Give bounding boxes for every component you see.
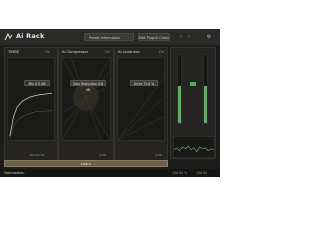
drive-control[interactable]: Drive 72.8 % xyxy=(130,80,158,86)
panel-title: TIMBE xyxy=(8,50,20,54)
panel-title: AI Compressor xyxy=(62,50,89,54)
chevron-right-icon[interactable]: › xyxy=(186,34,192,40)
power-toggle[interactable]: On xyxy=(45,50,50,54)
title-bar: Ai Rack Preset Information Edit Plug-in … xyxy=(0,29,220,45)
gain-reduction-control[interactable]: Gain Reduction 0.8 dB xyxy=(70,80,106,92)
panel-title: AI Loudness xyxy=(118,50,140,54)
status-label: Optimization xyxy=(4,171,25,175)
module-panel-2: AI Compressor On Gain Reduction 0.8 dB 0… xyxy=(58,47,114,161)
meter-right-fill xyxy=(204,85,207,123)
edit-chain-button[interactable]: Edit Plug-in Chain xyxy=(138,33,170,41)
power-toggle[interactable]: On xyxy=(105,50,110,54)
module-panel-1: TIMBE On Mix 0.5 dB 400.00 Hz xyxy=(4,47,58,161)
module-panel-3: AI Loudness On Drive 72.8 % 0.00 xyxy=(114,47,168,161)
value-readout: 0.00 xyxy=(155,153,162,157)
value-readout: 0.00 xyxy=(99,153,106,157)
power-toggle[interactable]: On xyxy=(159,50,164,54)
frequency-readout: 400.00 Hz xyxy=(29,153,45,157)
meter-right xyxy=(203,54,208,124)
logo-icon xyxy=(4,32,13,41)
gain-handle[interactable] xyxy=(190,82,196,86)
status-bar: Optimization 100.00 % 100.00 xyxy=(0,169,220,177)
response-graph[interactable]: Mix 0.5 dB xyxy=(7,57,55,141)
loudness-graph[interactable]: Drive 72.8 % xyxy=(117,57,165,141)
compressor-graph[interactable]: Gain Reduction 0.8 dB xyxy=(61,57,111,141)
status-value-2: 100.00 xyxy=(196,171,208,175)
chevron-left-icon[interactable]: ‹ xyxy=(178,34,184,40)
preset-selector[interactable]: Preset Information xyxy=(84,33,134,41)
meter-left xyxy=(177,54,182,124)
output-meter-panel xyxy=(170,47,216,159)
status-value-1: 100.00 % xyxy=(172,171,188,175)
meter-left-fill xyxy=(178,85,181,123)
plugin-window: Ai Rack Preset Information Edit Plug-in … xyxy=(0,29,220,177)
mix-control[interactable]: Mix 0.5 dB xyxy=(24,80,50,86)
learn-button[interactable]: Learn xyxy=(4,160,168,167)
settings-icon[interactable]: ⚙ xyxy=(206,34,212,40)
spectrum-scope xyxy=(173,136,215,158)
app-title: Ai Rack xyxy=(16,32,45,40)
